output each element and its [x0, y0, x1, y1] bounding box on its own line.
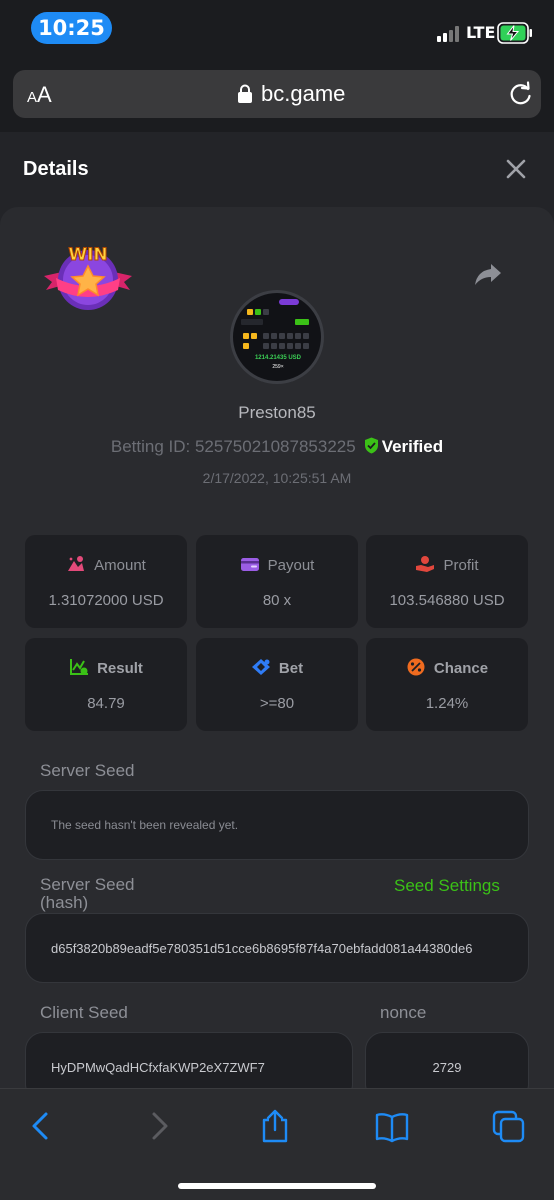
stat-chance: Chance 1.24%: [366, 638, 528, 731]
modal-title: Details: [23, 158, 89, 180]
server-seed-label: Server Seed: [40, 761, 135, 780]
address-bar[interactable]: AA bc.game: [13, 70, 541, 118]
diamond-icon: [251, 659, 270, 675]
share-icon[interactable]: [473, 261, 503, 287]
home-indicator[interactable]: [178, 1183, 376, 1189]
stat-label: Bet: [278, 660, 304, 677]
tabs-icon[interactable]: [491, 1109, 527, 1143]
details-modal: Details WIN 1214.21435 USD 259× Preston8…: [0, 132, 554, 1092]
battery-charging-icon: [497, 22, 532, 44]
stat-value: 1.31072000 USD: [48, 592, 164, 609]
client-seed-field[interactable]: HyDPMwQadHCfxfaKWP2eX7ZWF7: [25, 1032, 353, 1092]
reload-icon[interactable]: [508, 81, 534, 107]
username: Preston85: [238, 403, 316, 422]
stat-label: Amount: [94, 557, 146, 574]
nonce-field[interactable]: 2729: [365, 1032, 529, 1092]
wallet-icon: [240, 558, 259, 571]
stat-value: >=80: [259, 695, 295, 712]
amount-icon: [68, 556, 85, 571]
url-domain[interactable]: bc.game: [261, 81, 345, 107]
shield-check-icon: [364, 437, 378, 454]
nonce-value: 2729: [432, 1059, 462, 1075]
percent-icon: [407, 658, 425, 676]
stat-result: Result 84.79: [25, 638, 187, 731]
avatar-sub: 259×: [272, 364, 284, 370]
nonce-label: nonce: [380, 1003, 427, 1022]
signal-icon: [437, 26, 463, 42]
stat-label: Payout: [267, 557, 315, 574]
stat-value: 1.24%: [425, 695, 469, 712]
profit-icon: [416, 556, 435, 572]
server-seed-hash-field[interactable]: d65f3820b89eadf5e780351d51cce6b8695f87f4…: [25, 913, 529, 983]
share-sheet-icon[interactable]: [257, 1109, 293, 1143]
server-seed-field: The seed hasn't been revealed yet.: [25, 790, 529, 860]
client-seed-value: HyDPMwQadHCfxfaKWP2eX7ZWF7: [51, 1059, 265, 1075]
close-icon[interactable]: [505, 158, 527, 180]
bookmarks-icon[interactable]: [374, 1109, 410, 1143]
bet-datetime: 2/17/2022, 10:25:51 AM: [202, 470, 352, 486]
chart-check-icon: [70, 659, 89, 675]
text-size-button[interactable]: AA: [27, 82, 52, 108]
win-badge-icon: WIN: [44, 245, 132, 310]
stat-value: 80 x: [262, 592, 292, 609]
stat-value: 103.546880 USD: [389, 592, 505, 609]
avatar: 1214.21435 USD 259×: [230, 290, 324, 384]
client-seed-label: Client Seed: [40, 1003, 128, 1022]
lock-icon: [238, 84, 252, 103]
server-seed-hash-label: Server Seed (hash): [40, 875, 135, 912]
network-label: LTE: [466, 23, 496, 42]
status-bar: 10:25 LTE: [0, 0, 554, 60]
betting-id-line: Betting ID: 52575021087853225 Verified: [0, 437, 554, 457]
forward-icon[interactable]: [140, 1109, 176, 1143]
avatar-value: 1214.21435 USD: [254, 355, 302, 361]
stat-label: Chance: [433, 660, 489, 677]
seed-settings-link[interactable]: Seed Settings: [394, 876, 500, 896]
stat-bet: Bet >=80: [196, 638, 358, 731]
badge-text: WIN: [68, 245, 107, 265]
stat-payout: Payout 80 x: [196, 535, 358, 628]
status-time: 10:25: [31, 12, 112, 44]
stat-amount: Amount 1.31072000 USD: [25, 535, 187, 628]
server-seed-hash-value: d65f3820b89eadf5e780351d51cce6b8695f87f4…: [51, 940, 473, 956]
stat-value: 84.79: [87, 695, 125, 712]
stat-label: Result: [97, 660, 143, 677]
stat-label: Profit: [443, 557, 479, 574]
stat-profit: Profit 103.546880 USD: [366, 535, 528, 628]
betting-id-label: Betting ID:: [110, 437, 191, 456]
back-icon[interactable]: [24, 1109, 60, 1143]
server-seed-value: The seed hasn't been revealed yet.: [51, 818, 239, 832]
betting-id: 52575021087853225: [194, 437, 356, 456]
verified-label: Verified: [381, 437, 444, 456]
